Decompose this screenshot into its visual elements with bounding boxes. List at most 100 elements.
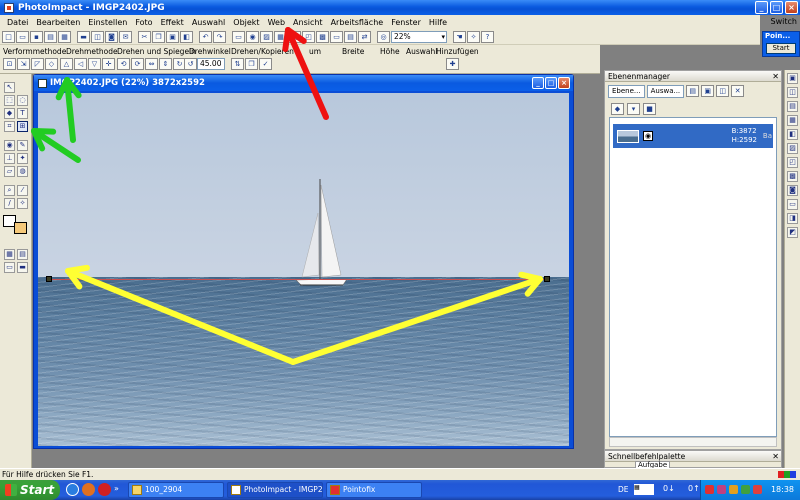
layer-panel-close-icon[interactable]: ✕ — [772, 71, 779, 82]
volume-up-icon[interactable]: 0↑ — [688, 484, 700, 493]
language-indicator[interactable]: DE — [618, 485, 629, 494]
rotate-apply-icon[interactable]: ✓ — [259, 58, 272, 70]
strip-icon-12[interactable]: ◩ — [787, 227, 798, 238]
layer-option-icon-3[interactable]: ◫ — [716, 85, 730, 97]
rotate-left-icon[interactable]: ⟲ — [117, 58, 130, 70]
strip-icon-4[interactable]: ▦ — [787, 115, 798, 126]
tray-app-icon[interactable]: ▦ — [634, 484, 654, 495]
paint-tool-icon[interactable]: ✎ — [17, 140, 28, 151]
paste-object-icon[interactable]: ◧ — [180, 30, 193, 43]
frame-icon[interactable]: ◰ — [302, 30, 315, 43]
rotate-right-icon[interactable]: ⟳ — [131, 58, 144, 70]
straighten-guide-line[interactable] — [48, 279, 546, 280]
layer-option-icon-2[interactable]: ▣ — [701, 85, 715, 97]
rotate-vertical-icon[interactable]: ▽ — [88, 58, 101, 70]
zoom-level-icon[interactable]: ◎ — [377, 30, 390, 43]
menu-einstellen[interactable]: Einstellen — [84, 18, 131, 27]
tab-auswahl[interactable]: Auswa... — [646, 85, 685, 98]
swap-icon[interactable]: ⇄ — [358, 30, 371, 43]
zoom-select[interactable]: 22% — [391, 30, 447, 43]
task-pointofix[interactable]: Pointofix — [326, 482, 422, 498]
maximize-button[interactable]: □ — [770, 1, 783, 14]
rotate-horizontal-icon[interactable]: ◁ — [74, 58, 87, 70]
pointofix-start-button[interactable]: Start — [766, 43, 796, 54]
scan-icon[interactable]: ▤ — [44, 30, 57, 43]
preview-icon[interactable]: ◙ — [105, 30, 118, 43]
layout-icon[interactable]: ▦ — [274, 30, 287, 43]
opera-quicklaunch-icon[interactable] — [98, 483, 111, 496]
menu-ansicht[interactable]: Ansicht — [289, 18, 327, 27]
strip-icon-3[interactable]: ▤ — [787, 101, 798, 112]
doc-close-button[interactable]: × — [558, 77, 570, 89]
layer-visibility-icon[interactable]: ◉ — [643, 131, 653, 141]
transform-resize-icon[interactable]: ⇲ — [17, 58, 30, 70]
task-100-2904[interactable]: 100_2904 — [128, 482, 224, 498]
layout-view-icon[interactable]: ▤ — [17, 249, 28, 260]
start-button[interactable]: Start — [0, 480, 60, 500]
rotation-angle-input[interactable]: 45.00 — [197, 58, 225, 70]
panel-icon[interactable]: ▤ — [344, 30, 357, 43]
ie-quicklaunch-icon[interactable] — [66, 483, 79, 496]
path-tool-icon[interactable]: ✧ — [17, 198, 28, 209]
add-selection-icon[interactable]: ✚ — [446, 58, 459, 70]
cut-icon[interactable]: ✂ — [138, 30, 151, 43]
help-icon[interactable]: ? — [481, 30, 494, 43]
flip-horizontal-icon[interactable]: ⇔ — [145, 58, 158, 70]
document-window[interactable]: IMGP2402.JPG (22%) 3872x2592 _ □ × — [33, 74, 574, 449]
strip-icon-9[interactable]: ◙ — [787, 185, 798, 196]
grid-view-icon[interactable]: ▦ — [4, 249, 15, 260]
layer-blend-icon[interactable]: ■ — [643, 103, 656, 115]
tray-alert-icon[interactable] — [753, 485, 762, 494]
layer-delete-icon[interactable]: ✕ — [731, 85, 745, 97]
doc-minimize-button[interactable]: _ — [532, 77, 544, 89]
eyedropper-tool-icon[interactable]: ⁄ — [17, 185, 28, 196]
capture-icon[interactable]: ▭ — [232, 30, 245, 43]
redo-icon[interactable]: ↷ — [213, 30, 226, 43]
zoom-tool-icon[interactable]: ⌕ — [4, 185, 15, 196]
retouch-tool-icon[interactable]: ✦ — [17, 153, 28, 164]
layer-opacity-icon[interactable]: ▾ — [627, 103, 640, 115]
guide-handle-left[interactable] — [46, 276, 52, 282]
strip-icon-10[interactable]: ▭ — [787, 199, 798, 210]
redeye-tool-icon[interactable]: ◉ — [4, 140, 15, 151]
rotate-center-icon[interactable]: ✛ — [102, 58, 115, 70]
minimize-button[interactable]: _ — [755, 1, 768, 14]
image-icon[interactable]: ▨ — [260, 30, 273, 43]
transform-tool-icon[interactable]: ⊞ — [17, 121, 28, 132]
background-color-swatch[interactable] — [14, 222, 27, 234]
print-icon[interactable]: ▬ — [77, 30, 90, 43]
volume-down-icon[interactable]: 0↓ — [663, 484, 675, 493]
mask-view-icon[interactable]: ▬ — [17, 262, 28, 273]
text-tool-icon[interactable]: T — [17, 108, 28, 119]
eraser-tool-icon[interactable]: ▱ — [4, 166, 15, 177]
quick-panel-close-icon[interactable]: ✕ — [772, 451, 779, 462]
menu-objekt[interactable]: Objekt — [229, 18, 263, 27]
color-swatches[interactable] — [3, 215, 29, 239]
grid-icon[interactable]: ▩ — [316, 30, 329, 43]
line-tool-icon[interactable]: / — [4, 198, 15, 209]
menu-hilfe[interactable]: Hilfe — [425, 18, 451, 27]
email-icon[interactable]: ✉ — [119, 30, 132, 43]
print-preview-icon[interactable]: ◫ — [91, 30, 104, 43]
save-icon[interactable]: ▪ — [30, 30, 43, 43]
fill-tool-icon[interactable]: ◍ — [17, 166, 28, 177]
tray-security-icon[interactable] — [729, 485, 738, 494]
layer-row-base[interactable]: ◉ B:3872 H:2592 Ba — [613, 124, 773, 148]
pointofix-window[interactable]: Poin... Start — [762, 31, 800, 57]
copy-icon[interactable]: ❐ — [152, 30, 165, 43]
new-file-icon[interactable]: □ — [2, 30, 15, 43]
rotate-free-icon[interactable]: △ — [60, 58, 73, 70]
angle-spin-icon[interactable]: ⇅ — [231, 58, 244, 70]
undo-icon[interactable]: ↶ — [199, 30, 212, 43]
menu-datei[interactable]: Datei — [3, 18, 32, 27]
browse-icon[interactable]: ▦ — [58, 30, 71, 43]
guide-handle-right[interactable] — [544, 276, 550, 282]
strip-icon-5[interactable]: ◧ — [787, 129, 798, 140]
nav-view-icon[interactable]: ▭ — [4, 262, 15, 273]
clone-tool-icon[interactable]: ⊥ — [4, 153, 15, 164]
tray-update-icon[interactable] — [741, 485, 750, 494]
tab-ebenen[interactable]: Ebene... — [608, 85, 645, 98]
menu-effekt[interactable]: Effekt — [157, 18, 188, 27]
strip-icon-6[interactable]: ▨ — [787, 143, 798, 154]
flip-vertical-icon[interactable]: ⇕ — [159, 58, 172, 70]
